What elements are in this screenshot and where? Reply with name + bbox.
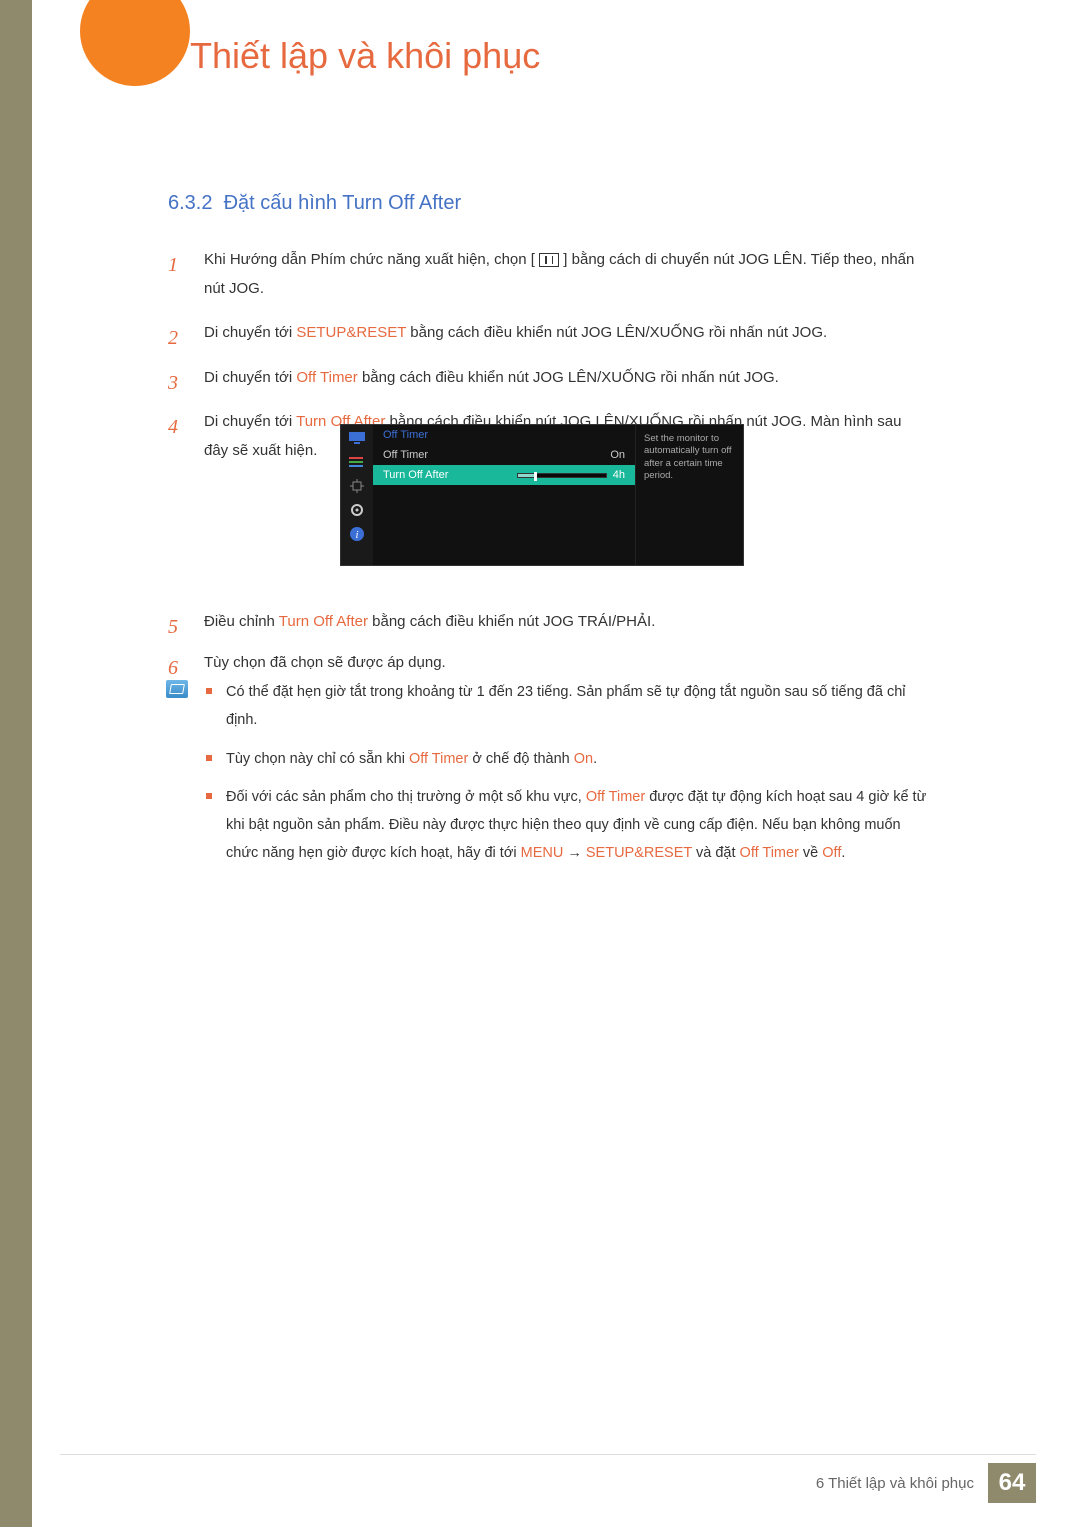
step-item: 1 Khi Hướng dẫn Phím chức năng xuất hiện…	[168, 246, 928, 303]
step-text: Di chuyển tới	[204, 369, 296, 386]
footer-text: 6 Thiết lập và khôi phục	[816, 1475, 974, 1492]
step-text: bằng cách điều khiển nút JOG TRÁI/PHẢI.	[368, 613, 655, 630]
step-number: 3	[168, 364, 178, 402]
section-title: Đặt cấu hình Turn Off After	[224, 192, 462, 214]
menu-path: Turn Off After	[279, 613, 368, 630]
osd-item-label: Turn Off After	[383, 469, 448, 481]
step-text: Di chuyển tới	[204, 324, 296, 341]
step-text: bằng cách điều khiển nút JOG LÊN/XUỐNG r…	[406, 324, 827, 341]
footer: 6 Thiết lập và khôi phục 64	[816, 1463, 1036, 1503]
step-item: 3 Di chuyển tới Off Timer bằng cách điều…	[168, 364, 928, 393]
note-item: Đối với các sản phẩm cho thị trường ở mộ…	[226, 783, 928, 868]
footer-rule	[60, 1454, 1036, 1455]
step-item: 5 Điều chỉnh Turn Off After bằng cách đi…	[168, 608, 928, 637]
osd-item-value: On	[610, 449, 625, 461]
list-icon	[348, 455, 366, 469]
step-text: Di chuyển tới	[204, 413, 296, 430]
osd-menu: Off Timer Off Timer On Turn Off After 4h	[373, 425, 635, 565]
menu-grid-icon	[539, 253, 559, 267]
step-number: 4	[168, 408, 178, 446]
step-text: Tùy chọn đã chọn sẽ được áp dụng.	[204, 654, 446, 671]
info-icon: i	[348, 527, 366, 541]
step-text: Điều chỉnh	[204, 613, 279, 630]
gear-icon	[348, 503, 366, 517]
steps-list-b: 5 Điều chỉnh Turn Off After bằng cách đi…	[168, 596, 928, 677]
step-text: Khi Hướng dẫn Phím chức năng xuất hiện, …	[204, 251, 535, 268]
step-item: 2 Di chuyển tới SETUP&RESET bằng cách đi…	[168, 319, 928, 348]
step-item: 6 Tùy chọn đã chọn sẽ được áp dụng.	[168, 649, 928, 678]
left-sidebar	[0, 0, 32, 1527]
menu-path: Off Timer	[296, 369, 357, 386]
osd-help-text: Set the monitor to automatically turn of…	[635, 425, 743, 565]
chapter-badge	[80, 0, 190, 86]
step-number: 2	[168, 319, 178, 357]
menu-path: SETUP&RESET	[296, 324, 406, 341]
monitor-icon	[348, 431, 366, 445]
osd-sidebar-icons: i	[341, 425, 373, 565]
note-icon	[166, 680, 188, 698]
note-item: Tùy chọn này chỉ có sẵn khi Off Timer ở …	[226, 745, 928, 773]
page-number: 64	[988, 1463, 1036, 1503]
page-title: Thiết lập và khôi phục	[190, 35, 540, 77]
section-heading: 6.3.2 Đặt cấu hình Turn Off After	[168, 192, 461, 215]
osd-slider	[517, 473, 607, 478]
resize-icon	[348, 479, 366, 493]
osd-item-label: Off Timer	[383, 449, 428, 461]
svg-text:i: i	[355, 529, 358, 541]
note-block: Có thể đặt hẹn giờ tắt trong khoảng từ 1…	[168, 678, 928, 878]
step-number: 1	[168, 246, 178, 284]
step-text: bằng cách điều khiển nút JOG LÊN/XUỐNG r…	[358, 369, 779, 386]
osd-item-value: 4h	[613, 469, 625, 481]
osd-screenshot: i Off Timer Off Timer On Turn Off After 4h…	[340, 424, 744, 566]
section-number: 6.3.2	[168, 192, 212, 214]
note-item: Có thể đặt hẹn giờ tắt trong khoảng từ 1…	[226, 678, 928, 735]
osd-heading: Off Timer	[383, 429, 428, 441]
step-number: 5	[168, 608, 178, 646]
